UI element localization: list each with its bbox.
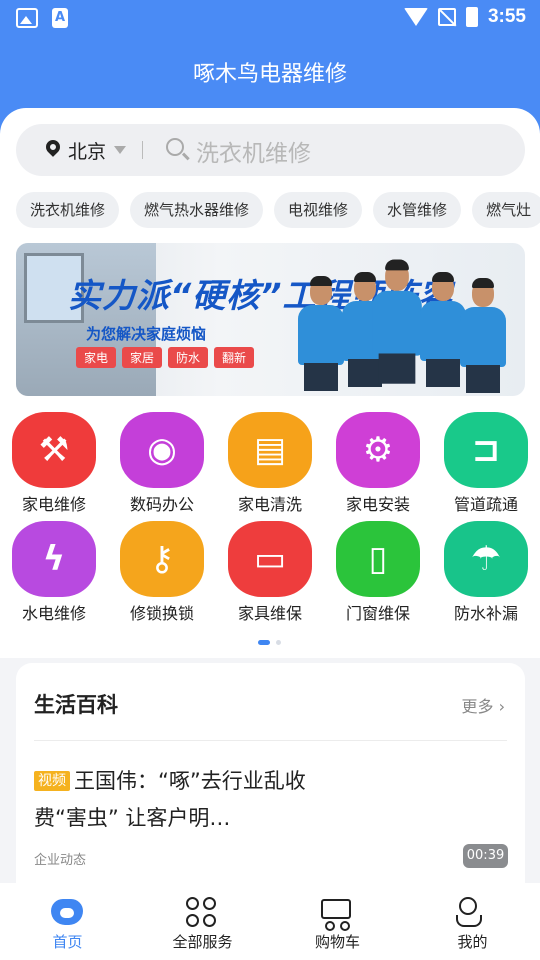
bottom-tab-bar: 首页 全部服务 购物车 我的: [0, 883, 540, 960]
quick-tag[interactable]: 燃气灶: [472, 192, 540, 228]
service-label: 修锁换锁: [129, 604, 194, 623]
search-icon: [166, 138, 184, 156]
quick-tag[interactable]: 电视维修: [274, 192, 363, 228]
banner-room-image: [16, 243, 156, 396]
status-time: 3:55: [487, 6, 526, 27]
service-item[interactable]: ⊐ 管道疏通: [432, 412, 540, 515]
quick-tag[interactable]: 水管维修: [373, 192, 462, 228]
water-bolt-icon: ϟ: [12, 521, 96, 597]
service-label: 门窗维保: [345, 604, 410, 623]
tools-icon: ⚒: [12, 412, 96, 488]
more-link[interactable]: 更多 ›: [461, 693, 505, 717]
tab-label: 全部服务: [172, 933, 233, 951]
service-item[interactable]: ▭ 家具维保: [216, 521, 324, 624]
article-source: 企业动态: [34, 853, 87, 868]
service-item[interactable]: ◉ 数码办公: [108, 412, 216, 515]
tab-all-services[interactable]: 全部服务: [135, 883, 270, 960]
section-title: 生活百科: [34, 693, 118, 717]
banner-chip: 家居: [122, 347, 163, 368]
umbrella-icon: ☂: [444, 521, 528, 597]
life-wiki-card: 生活百科 更多 › 视频 王国伟：“啄”去行业乱收费“害虫” 让客户明… 企业动态…: [16, 663, 525, 903]
battery-icon: [465, 7, 478, 27]
divider: [34, 740, 507, 741]
service-item[interactable]: ⚒ 家电维修: [0, 412, 108, 515]
service-item[interactable]: ⚷ 修锁换锁: [108, 521, 216, 624]
service-item[interactable]: ▤ 家电清洗: [216, 412, 324, 515]
quick-tag[interactable]: 燃气热水器维修: [130, 192, 264, 228]
lock-icon: ⚷: [120, 521, 204, 597]
location-pin-icon: [43, 137, 63, 157]
more-label: 更多: [461, 697, 494, 716]
service-item[interactable]: ⚙ 家电安装: [324, 412, 432, 515]
profile-icon: [455, 897, 482, 927]
service-label: 防水补漏: [453, 604, 518, 623]
page-title: 啄木鸟电器维修: [192, 62, 347, 87]
service-grid: ⚒ 家电维修 ◉ 数码办公 ▤ 家电清洗 ⚙ 家电安装 ⊐ 管道疏通 ϟ 水电维修 ⚷ 修锁换…: [0, 412, 540, 624]
service-item[interactable]: ▯ 门窗维保: [324, 521, 432, 624]
banner-chip: 家电: [76, 347, 117, 368]
banner-chip: 防水: [168, 347, 209, 368]
search-bar[interactable]: 北京 洗衣机维修: [16, 124, 525, 176]
gallery-notification-icon: [16, 8, 38, 28]
pipe-icon: ⊐: [444, 412, 528, 488]
tab-me[interactable]: 我的: [405, 883, 540, 960]
service-label: 家电清洗: [237, 495, 302, 514]
pager-dot[interactable]: [276, 640, 281, 645]
divider: [142, 141, 143, 159]
banner-worker-figure: [372, 256, 422, 384]
sofa-icon: ▭: [228, 521, 312, 597]
search-input[interactable]: 洗衣机维修: [196, 134, 311, 168]
home-icon: [50, 899, 83, 925]
service-label: 家电维修: [21, 495, 86, 514]
promo-banner[interactable]: 实力派“硬核”工程师阵容 为您解决家庭烦恼 家电 家居 防水 翻新: [16, 243, 525, 396]
video-duration: 00:39: [463, 844, 508, 868]
pager-dot-active[interactable]: [258, 640, 270, 645]
no-sim-icon: [437, 8, 456, 26]
tab-cart[interactable]: 购物车: [270, 883, 405, 960]
city-selector[interactable]: 北京: [68, 137, 106, 164]
wifi-icon: [403, 8, 428, 26]
pager-dots: [258, 640, 281, 645]
chevron-right-icon: ›: [498, 697, 505, 716]
tab-label: 我的: [457, 933, 488, 951]
spray-bottle-icon: ▤: [228, 412, 312, 488]
service-label: 数码办公: [129, 495, 194, 514]
app-notification-icon: A: [52, 8, 68, 28]
banner-chip: 翻新: [214, 347, 255, 368]
tab-home[interactable]: 首页: [0, 883, 135, 960]
cart-icon: [320, 899, 351, 931]
service-label: 水电维修: [21, 604, 86, 623]
article-item[interactable]: 视频 王国伟：“啄”去行业乱收费“害虫” 让客户明…: [34, 763, 324, 837]
service-item[interactable]: ϟ 水电维修: [0, 521, 108, 624]
service-label: 管道疏通: [453, 495, 518, 514]
banner-worker-figure: [298, 273, 344, 391]
grid-icon: [185, 897, 220, 927]
service-label: 家具维保: [237, 604, 302, 623]
chevron-down-icon[interactable]: [114, 146, 126, 154]
camera-icon: ◉: [120, 412, 204, 488]
service-label: 家电安装: [345, 495, 410, 514]
door-icon: ▯: [336, 521, 420, 597]
tab-label: 购物车: [314, 933, 360, 951]
quick-tags: 洗衣机维修 燃气热水器维修 电视维修 水管维修 燃气灶: [16, 192, 540, 228]
status-bar: A 3:55: [0, 0, 540, 36]
drill-icon: ⚙: [336, 412, 420, 488]
banner-subslogan: 为您解决家庭烦恼: [86, 325, 207, 343]
quick-tag[interactable]: 洗衣机维修: [16, 192, 120, 228]
video-tag: 视频: [34, 771, 70, 791]
tab-label: 首页: [52, 933, 83, 951]
banner-worker-figure: [460, 275, 506, 393]
service-item[interactable]: ☂ 防水补漏: [432, 521, 540, 624]
article-title: 王国伟：“啄”去行业乱收费“害虫” 让客户明…: [34, 769, 306, 830]
